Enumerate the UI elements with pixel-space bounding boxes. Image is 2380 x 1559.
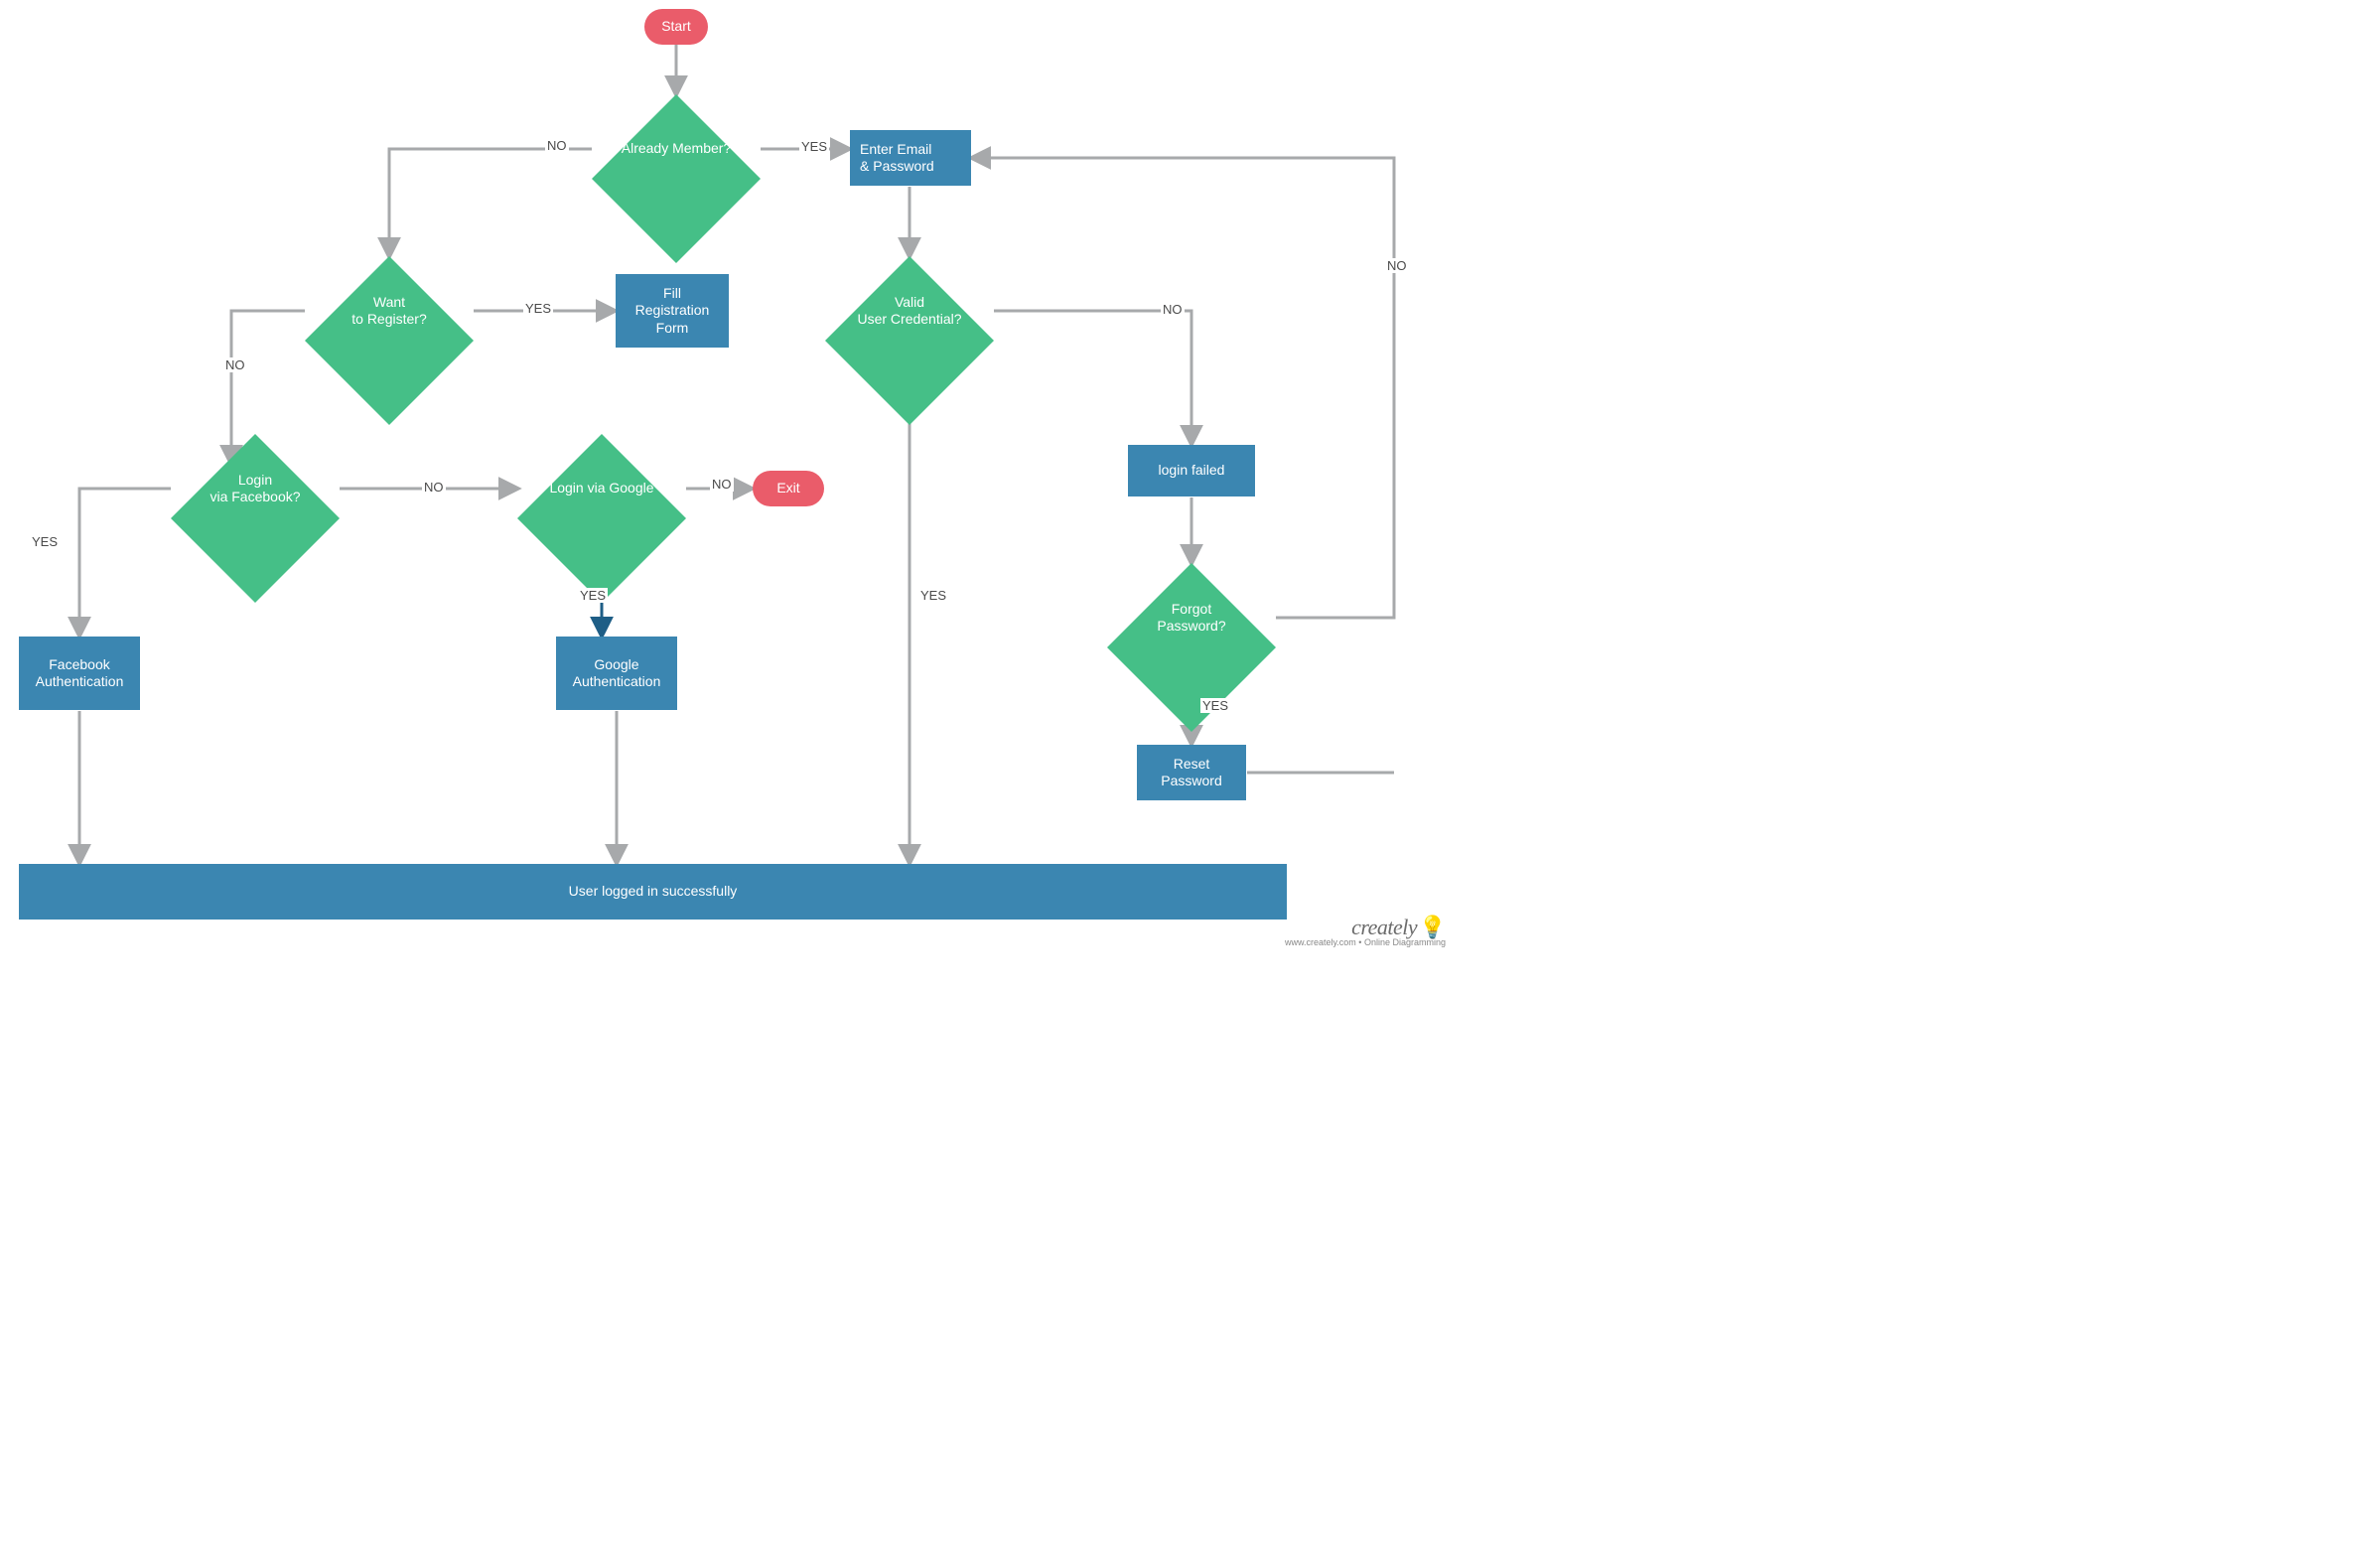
edge-label-login-fb-yes: YES [30,534,60,549]
decision-valid-credential: Valid User Credential? [825,256,994,365]
edge-label-valid-cred-yes: YES [918,588,948,603]
diamond-icon [825,256,994,425]
diamond-icon [592,94,761,263]
decision-login-facebook: Login via Facebook? [171,434,340,543]
exit-label: Exit [776,480,799,497]
terminator-exit: Exit [753,471,824,506]
login-success-label: User logged in successfully [569,883,738,901]
fill-registration-label: Fill Registration Form [635,285,710,338]
enter-credentials-label: Enter Email & Password [860,141,934,176]
brand-badge: creately💡 www.creately.com • Online Diag… [1285,917,1446,947]
edge-label-login-fb-no: NO [422,480,446,495]
process-enter-credentials: Enter Email & Password [850,130,971,186]
lightbulb-icon: 💡 [1419,915,1446,939]
brand-tagline: www.creately.com • Online Diagramming [1285,938,1446,947]
edge-label-already-member-yes: YES [799,139,829,154]
want-register-label: Want to Register? [351,294,426,329]
edge-label-already-member-no: NO [545,138,569,153]
process-login-success: User logged in successfully [19,864,1287,920]
facebook-auth-label: Facebook Authentication [36,656,124,691]
process-google-auth: Google Authentication [556,637,677,710]
edge-label-forgot-yes: YES [1200,698,1230,713]
terminator-start: Start [644,9,708,45]
login-failed-label: login failed [1159,462,1225,480]
edge-label-login-google-no: NO [710,477,734,492]
process-login-failed: login failed [1128,445,1255,496]
decision-want-register: Want to Register? [305,256,474,365]
forgot-password-label: Forgot Password? [1157,601,1225,636]
google-auth-label: Google Authentication [573,656,661,691]
decision-forgot-password: Forgot Password? [1107,563,1276,672]
brand-logo: creately💡 [1285,917,1446,938]
edge-label-want-register-yes: YES [523,301,553,316]
edge-label-valid-cred-no: NO [1161,302,1185,317]
process-fill-registration: Fill Registration Form [616,274,729,348]
diamond-icon [517,434,686,603]
login-google-label: Login via Google [549,480,653,497]
diamond-icon [1107,563,1276,732]
edge-label-forgot-no: NO [1385,258,1409,273]
edge-label-login-google-yes: YES [578,588,608,603]
start-label: Start [661,18,691,36]
edge-label-want-register-no: NO [223,357,247,372]
login-facebook-label: Login via Facebook? [210,472,300,506]
brand-name: creately [1351,915,1417,939]
diamond-icon [305,256,474,425]
decision-login-google: Login via Google [517,434,686,543]
diamond-icon [171,434,340,603]
valid-credential-label: Valid User Credential? [857,294,961,329]
reset-password-label: Reset Password [1161,756,1221,790]
process-facebook-auth: Facebook Authentication [19,637,140,710]
flowchart-canvas: Start Already Member? Enter Email & Pass… [0,0,1456,953]
already-member-label: Already Member? [622,140,732,158]
decision-already-member: Already Member? [592,94,761,204]
process-reset-password: Reset Password [1137,745,1246,800]
